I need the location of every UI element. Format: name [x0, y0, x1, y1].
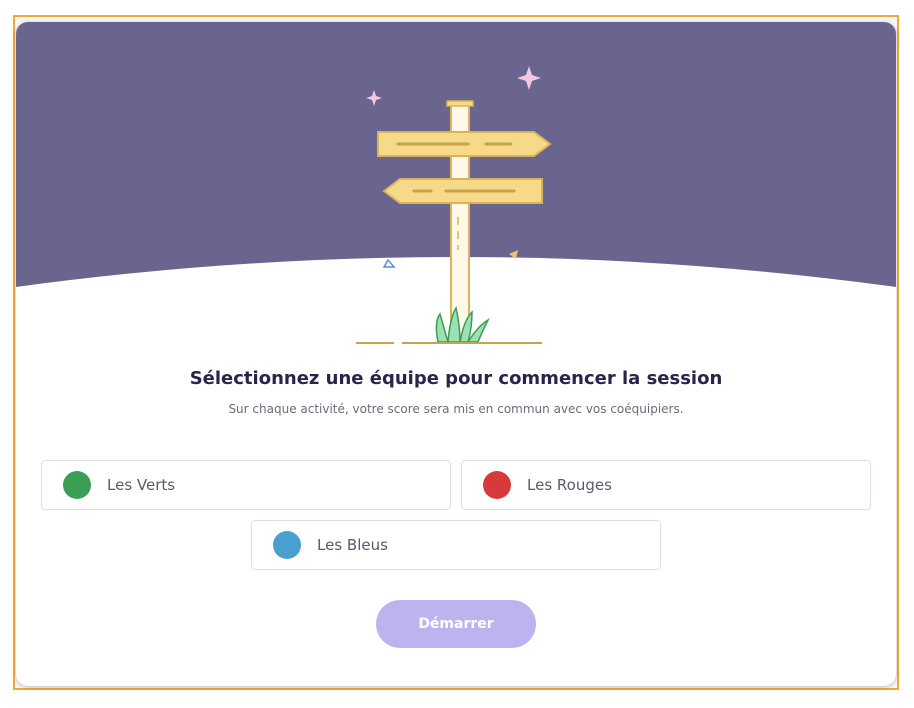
team-color-dot — [483, 471, 511, 499]
page-subtitle: Sur chaque activité, votre score sera mi… — [228, 402, 684, 416]
page-title: Sélectionnez une équipe pour commencer l… — [189, 368, 723, 389]
start-button[interactable]: Démarrer — [376, 600, 536, 648]
team-color-dot — [273, 531, 301, 559]
team-label: Les Bleus — [317, 536, 388, 554]
team-option-verts[interactable]: Les Verts — [41, 460, 451, 510]
team-label: Les Verts — [107, 476, 176, 494]
team-selection-modal: Sélectionnez une équipe pour commencer l… — [16, 22, 896, 686]
team-option-rouges[interactable]: Les Rouges — [461, 460, 871, 510]
team-label: Les Rouges — [527, 476, 612, 494]
team-color-dot — [63, 471, 91, 499]
signpost-illustration — [16, 22, 896, 344]
team-option-bleus[interactable]: Les Bleus — [251, 520, 661, 570]
grass-icon — [435, 312, 449, 343]
confetti-icon — [382, 258, 396, 268]
signpost-cap — [446, 100, 474, 107]
